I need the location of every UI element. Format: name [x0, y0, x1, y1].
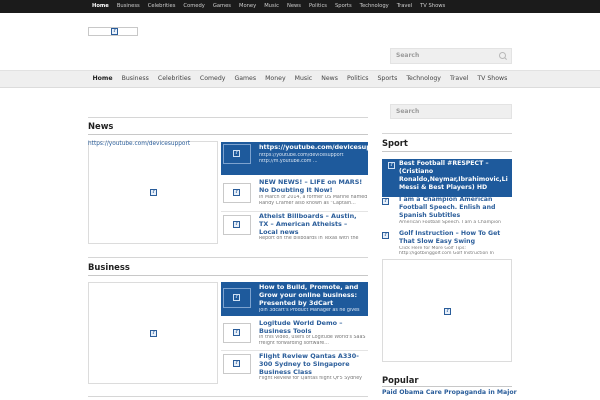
sport-item-excerpt: http://igotbinggolf.com Golf Instruction… [399, 251, 494, 256]
topnav-games[interactable]: Games [209, 0, 235, 13]
broken-image-icon: ? [150, 330, 157, 337]
search-placeholder: Search [396, 108, 420, 115]
business-item-thumbnail[interactable]: ? [223, 323, 251, 343]
news-item-excerpt: http://m.youtube.com ... [259, 159, 318, 164]
news-section-title: News [88, 121, 114, 131]
broken-image-icon: ? [111, 28, 118, 35]
search-icon[interactable] [499, 52, 507, 60]
business-item-excerpt: Join 3dcart's Product Manager as he give… [259, 308, 360, 313]
topnav-travel[interactable]: Travel [393, 0, 416, 13]
business-item-title[interactable]: Flight Review Qantas A330-300 Sydney to … [259, 352, 368, 376]
section-divider [88, 275, 368, 276]
sport-item-thumbnail[interactable]: ? [382, 198, 389, 205]
site-logo[interactable]: ? [88, 27, 138, 36]
mainnav-politics[interactable]: Politics [342, 71, 373, 87]
news-item-thumbnail[interactable]: ? [223, 215, 251, 235]
section-divider [382, 133, 512, 134]
sport-item-title[interactable]: Golf Instruction – How To Get That Slow … [399, 230, 510, 246]
news-featured-image[interactable]: ? [88, 141, 218, 244]
main-navbar: Home Business Celebrities Comedy Games M… [0, 70, 600, 88]
mainnav-news[interactable]: News [317, 71, 343, 87]
broken-image-icon: ? [382, 198, 389, 205]
news-item-title[interactable]: NEW NEWS! – LIFE on MARS! No Doubting It… [259, 178, 368, 194]
mainnav-money[interactable]: Money [261, 71, 291, 87]
topnav-music[interactable]: Music [260, 0, 283, 13]
news-item-excerpt: Report on the billboards in Texas with t… [259, 236, 359, 241]
broken-image-icon: ? [233, 329, 240, 336]
sport-item-title[interactable]: I am a Champion American Football Speech… [399, 196, 510, 220]
business-list-item[interactable]: ? Flight Review Qantas A330-300 Sydney t… [221, 351, 368, 384]
topnav-comedy[interactable]: Comedy [179, 0, 208, 13]
sport-item-thumbnail[interactable]: ? [382, 232, 389, 239]
topnav-tv-shows[interactable]: TV Shows [416, 0, 449, 13]
news-item-thumbnail[interactable]: ? [223, 183, 251, 203]
sport-list-item[interactable]: ? Best Football #RESPECT – (Cristiano Ro… [382, 159, 512, 197]
mainnav-music[interactable]: Music [290, 71, 317, 87]
broken-image-icon: ? [233, 360, 240, 367]
topnav-celebrities[interactable]: Celebrities [144, 0, 180, 13]
sport-item-thumbnail[interactable]: ? [388, 162, 395, 169]
broken-image-icon: ? [150, 189, 157, 196]
popular-item-title[interactable]: Paid Obama Care Propaganda in Major [382, 389, 517, 396]
business-item-thumbnail[interactable]: ? [223, 288, 251, 308]
header-search-input[interactable]: Search [390, 48, 512, 64]
mainnav-comedy[interactable]: Comedy [195, 71, 230, 87]
news-featured-link[interactable]: https://youtube.com/devicesupport [88, 141, 190, 147]
sport-list-item[interactable]: ? Golf Instruction – How To Get That Slo… [382, 229, 512, 259]
mainnav-tv-shows[interactable]: TV Shows [473, 71, 512, 87]
news-item-excerpt: Randy Cramer also known as "Captain... [259, 201, 356, 206]
topnav-money[interactable]: Money [235, 0, 260, 13]
broken-image-icon: ? [388, 162, 395, 169]
business-item-excerpt: Flight Review for Qantas flight QF5 Sydn… [259, 376, 362, 381]
business-section-title: Business [88, 262, 130, 272]
mainnav-technology[interactable]: Technology [402, 71, 446, 87]
news-item-title[interactable]: https://youtube.com/devicesupport [259, 143, 368, 151]
topnav-business[interactable]: Business [113, 0, 144, 13]
business-list-item[interactable]: ? Logitude World Demo – Business Tools I… [221, 318, 368, 351]
section-divider [382, 151, 512, 152]
mainnav-celebrities[interactable]: Celebrities [153, 71, 195, 87]
business-item-title[interactable]: Logitude World Demo – Business Tools [259, 319, 368, 335]
sport-section-title: Sport [382, 138, 408, 148]
search-placeholder: Search [396, 52, 420, 59]
mainnav-business[interactable]: Business [117, 71, 153, 87]
sport-item-excerpt: American Football Speech. I am a Champio… [399, 220, 501, 225]
section-divider [88, 257, 368, 258]
sport-list-item[interactable]: ? I am a Champion American Football Spee… [382, 195, 512, 228]
popular-section-title: Popular [382, 375, 419, 385]
mainnav-sports[interactable]: Sports [373, 71, 402, 87]
mainnav-games[interactable]: Games [230, 71, 261, 87]
section-divider [88, 396, 368, 397]
business-item-title[interactable]: How to Build, Promote, and Grow your onl… [259, 283, 368, 307]
sport-item-title[interactable]: Best Football #RESPECT – (Cristiano Rona… [399, 160, 510, 192]
broken-image-icon: ? [444, 308, 451, 315]
business-item-thumbnail[interactable]: ? [223, 354, 251, 374]
topnav-technology[interactable]: Technology [356, 0, 393, 13]
broken-image-icon: ? [233, 221, 240, 228]
broken-image-icon: ? [233, 294, 240, 301]
topnav-home[interactable]: Home [88, 0, 113, 13]
broken-image-icon: ? [233, 150, 240, 157]
news-list-item[interactable]: ? https://youtube.com/devicesupport http… [221, 142, 368, 175]
broken-image-icon: ? [382, 232, 389, 239]
section-divider [88, 134, 368, 135]
sport-featured-image[interactable]: ? [382, 259, 512, 362]
news-item-title[interactable]: Atheist Billboards – Austin, TX – Americ… [259, 212, 368, 236]
news-list-item[interactable]: ? NEW NEWS! – LIFE on MARS! No Doubting … [221, 177, 368, 212]
topnav-news[interactable]: News [283, 0, 305, 13]
topnav-sports[interactable]: Sports [331, 0, 356, 13]
section-divider [382, 386, 512, 387]
mainnav-travel[interactable]: Travel [445, 71, 472, 87]
news-item-thumbnail[interactable]: ? [223, 144, 251, 164]
news-list-item[interactable]: ? Atheist Billboards – Austin, TX – Amer… [221, 211, 368, 244]
broken-image-icon: ? [233, 189, 240, 196]
business-item-excerpt: freight forwarding software... [259, 341, 329, 346]
topnav-politics[interactable]: Politics [305, 0, 331, 13]
business-featured-image[interactable]: ? [88, 282, 218, 384]
sidebar-search-input[interactable]: Search [390, 104, 512, 119]
business-list-item[interactable]: ? How to Build, Promote, and Grow your o… [221, 282, 368, 316]
section-divider [88, 117, 368, 118]
mainnav-home[interactable]: Home [88, 71, 117, 87]
top-navbar: Home Business Celebrities Comedy Games M… [0, 0, 600, 13]
